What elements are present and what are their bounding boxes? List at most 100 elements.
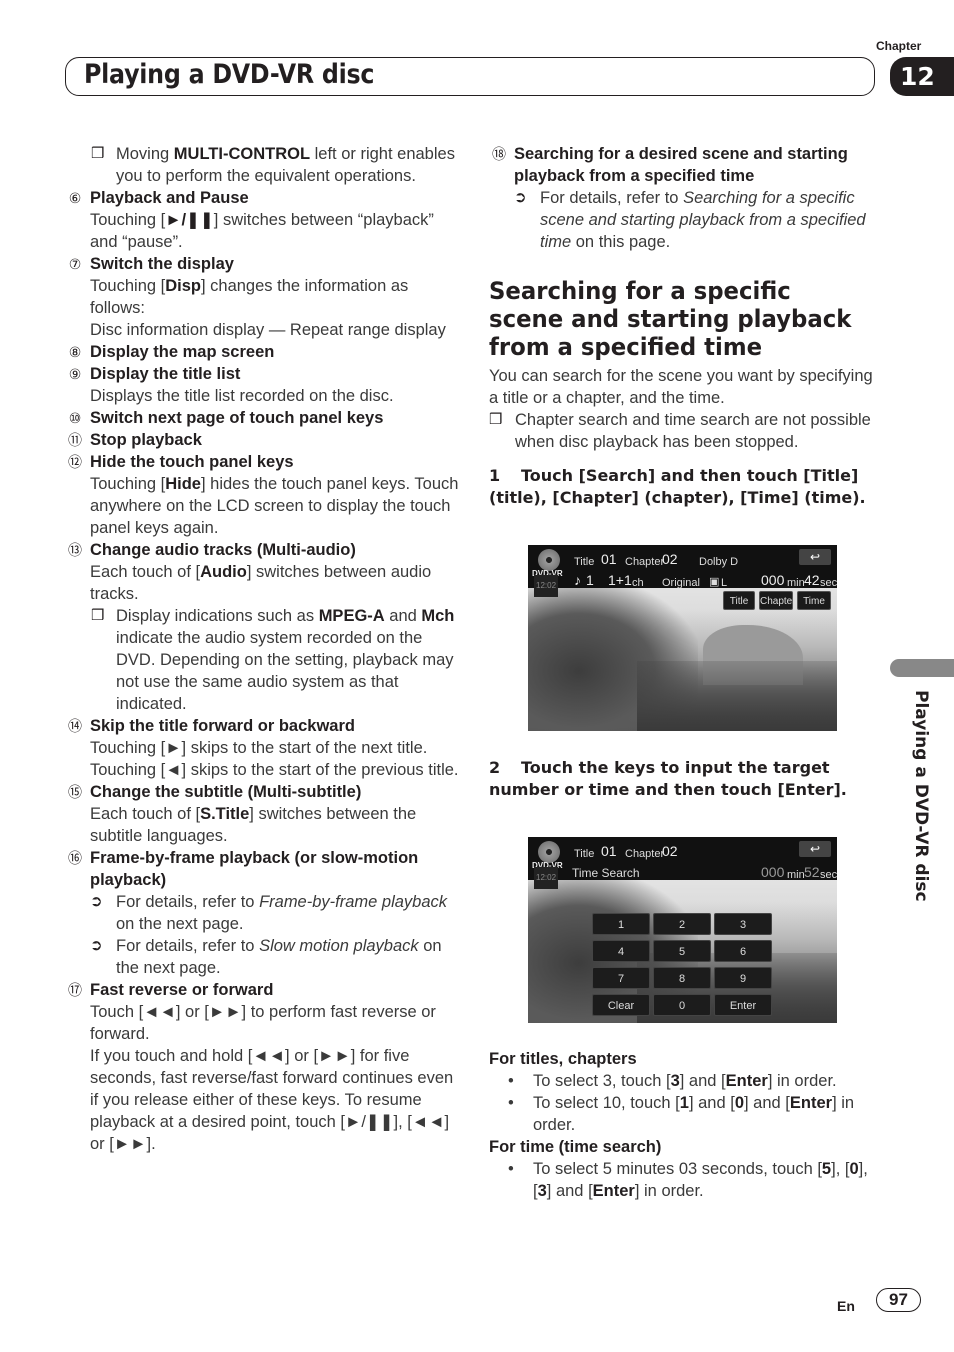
item-heading: Hide the touch panel keys bbox=[90, 453, 294, 471]
item-number: ⑱ bbox=[492, 146, 506, 162]
item-body: Touching [►/❚❚] switches between “playba… bbox=[90, 211, 434, 251]
item-number: ⑰ bbox=[68, 982, 82, 998]
list-item-subtitle: ⑮ Change the subtitle (Multi-subtitle) E… bbox=[65, 781, 460, 847]
step-2: 2 Touch the keys to input the target numb… bbox=[489, 758, 847, 799]
item-number: ⑩ bbox=[68, 410, 82, 426]
item-heading: Playback and Pause bbox=[90, 189, 249, 207]
bullet-item: • To select 10, touch [1] and [0] and [E… bbox=[508, 1094, 855, 1134]
key-0[interactable]: 0 bbox=[653, 994, 711, 1016]
page-number: 97 bbox=[876, 1288, 921, 1312]
list-item-playback-pause: ⑥ Playback and Pause Touching [►/❚❚] swi… bbox=[65, 187, 460, 253]
side-tab-label: Playing a DVD-VR disc bbox=[911, 690, 931, 902]
key-1[interactable]: 1 bbox=[592, 913, 650, 935]
item-number: ⑯ bbox=[68, 850, 82, 866]
key-3[interactable]: 3 bbox=[714, 913, 772, 935]
back-button[interactable]: ↩ bbox=[799, 841, 831, 857]
back-arrow-icon: ↩ bbox=[809, 550, 821, 564]
key-4[interactable]: 4 bbox=[592, 940, 650, 962]
mode-label: Time Search bbox=[572, 866, 640, 880]
enter-key[interactable]: Enter bbox=[714, 994, 772, 1016]
key-8[interactable]: 8 bbox=[653, 967, 711, 989]
reference-link[interactable]: Frame-by-frame playback bbox=[259, 893, 447, 911]
clear-key[interactable]: Clear bbox=[592, 994, 650, 1016]
item-body-extra: If you touch and hold [◄◄] or [►►] for f… bbox=[90, 1047, 454, 1153]
right-column: ⑱ Searching for a desired scene and star… bbox=[489, 143, 884, 1202]
item-heading: Stop playback bbox=[90, 431, 202, 449]
chapter-number-badge: 12 bbox=[890, 57, 954, 96]
note-checkbox-icon: ❒ bbox=[489, 411, 503, 428]
time-minutes: 000 bbox=[761, 864, 785, 880]
cross-reference: ➲ For details, refer to Frame-by-frame p… bbox=[90, 893, 448, 933]
title-search-button[interactable]: Title bbox=[723, 591, 755, 610]
list-item-hide-keys: ⑫ Hide the touch panel keys Touching [Hi… bbox=[65, 451, 460, 539]
screenshot-time-search: DVD-VR 12:02 Title 01 Chapter 02 Time Se… bbox=[528, 837, 837, 1023]
arrow-reference-icon: ➲ bbox=[90, 937, 103, 954]
bullet-item: • To select 3, touch [3] and [Enter] in … bbox=[508, 1072, 837, 1090]
status-bar: DVD-VR 12:02 Title 01 Chapter 02 Dolby D… bbox=[528, 545, 837, 597]
key-6[interactable]: 6 bbox=[714, 940, 772, 962]
item-body: Each touch of [Audio] switches between a… bbox=[90, 563, 432, 603]
arrow-reference-icon: ➲ bbox=[514, 189, 527, 206]
chapter-value: 02 bbox=[662, 843, 678, 859]
cross-reference: ➲ For details, refer to Slow motion play… bbox=[90, 937, 442, 977]
key-9[interactable]: 9 bbox=[714, 967, 772, 989]
note-multicontrol: ❒ Moving MULTI-CONTROL left or right ena… bbox=[65, 143, 460, 187]
note-mpeg: ❒ Display indications such as MPEG-A and… bbox=[91, 607, 455, 713]
item-body: Displays the title list recorded on the … bbox=[90, 387, 394, 405]
screenshot-dvd-playback: DVD-VR 12:02 Title 01 Chapter 02 Dolby D… bbox=[528, 545, 837, 731]
time-minutes: 000 bbox=[761, 572, 785, 588]
item-body: Touching [Disp] changes the information … bbox=[90, 277, 409, 317]
channels-unit: ch bbox=[632, 577, 644, 589]
chapter-search-button[interactable]: Chapter bbox=[759, 591, 796, 610]
key-2[interactable]: 2 bbox=[653, 913, 711, 935]
item-number: ⑥ bbox=[68, 190, 82, 206]
back-button[interactable]: ↩ bbox=[799, 549, 831, 565]
sec-label: sec bbox=[820, 869, 837, 881]
page-title: Playing a DVD-VR disc bbox=[84, 59, 375, 90]
key-7[interactable]: 7 bbox=[592, 967, 650, 989]
list-item-stop-playback: ⑪ Stop playback bbox=[65, 429, 460, 451]
music-note-icon: ♪ bbox=[574, 572, 581, 588]
list-item-search-scene: ⑱ Searching for a desired scene and star… bbox=[489, 143, 884, 253]
list-item-title-list: ⑨ Display the title list Displays the ti… bbox=[65, 363, 460, 407]
item-heading: Display the map screen bbox=[90, 343, 275, 361]
item-number: ⑧ bbox=[68, 344, 82, 360]
item-heading: Change the subtitle (Multi-subtitle) bbox=[90, 783, 362, 801]
arrow-reference-icon: ➲ bbox=[90, 893, 103, 910]
item-number: ⑨ bbox=[68, 366, 82, 382]
list-item-next-page: ⑩ Switch next page of touch panel keys bbox=[65, 407, 460, 429]
dvd-disc-icon: DVD-VR 12:02 bbox=[532, 549, 568, 597]
item-body: Touch [◄◄] or [►►] to perform fast rever… bbox=[90, 1003, 436, 1043]
language-label: En bbox=[837, 1298, 855, 1314]
item-number: ⑪ bbox=[68, 432, 82, 448]
cross-reference: ➲ For details, refer to Searching for a … bbox=[514, 189, 866, 251]
title-value: 01 bbox=[601, 551, 617, 567]
item-number: ⑬ bbox=[68, 542, 82, 558]
time-seconds: 42 bbox=[804, 572, 820, 588]
note-text: Moving bbox=[116, 145, 174, 163]
item-number: ⑦ bbox=[68, 256, 82, 272]
note-chapter-search: ❒ Chapter search and time search are not… bbox=[489, 411, 871, 451]
section-intro: You can search for the scene you want by… bbox=[489, 367, 873, 407]
audio-track: 1 bbox=[586, 572, 594, 588]
time-seconds: 52 bbox=[804, 864, 820, 880]
key-5[interactable]: 5 bbox=[653, 940, 711, 962]
section-heading: Searching for a specific scene and start… bbox=[489, 277, 852, 361]
time-search-button[interactable]: Time bbox=[797, 591, 831, 610]
item-heading: Change audio tracks (Multi-audio) bbox=[90, 541, 356, 559]
audio-format: Dolby D bbox=[699, 556, 739, 568]
list-item-skip-title: ⑭ Skip the title forward or backward Tou… bbox=[65, 715, 460, 781]
note-checkbox-icon: ❒ bbox=[91, 145, 105, 162]
item-body-extra: Disc information display — Repeat range … bbox=[90, 321, 446, 339]
item-body: Each touch of [S.Title] switches between… bbox=[90, 805, 417, 845]
item-body: Touching [►] skips to the start of the n… bbox=[90, 739, 459, 779]
note-bold-term: MULTI-CONTROL bbox=[173, 145, 311, 163]
chapter-value: 02 bbox=[662, 551, 678, 567]
chapter-label: Chapter bbox=[876, 39, 922, 53]
item-heading: Skip the title forward or backward bbox=[90, 717, 355, 735]
reference-link[interactable]: Slow motion playback bbox=[259, 937, 419, 955]
subtitle-icon: ▣ bbox=[709, 576, 720, 588]
channels: 1+1 bbox=[608, 572, 632, 588]
subheading-titles-chapters: For titles, chapters bbox=[489, 1050, 637, 1068]
item-number: ⑭ bbox=[68, 718, 82, 734]
